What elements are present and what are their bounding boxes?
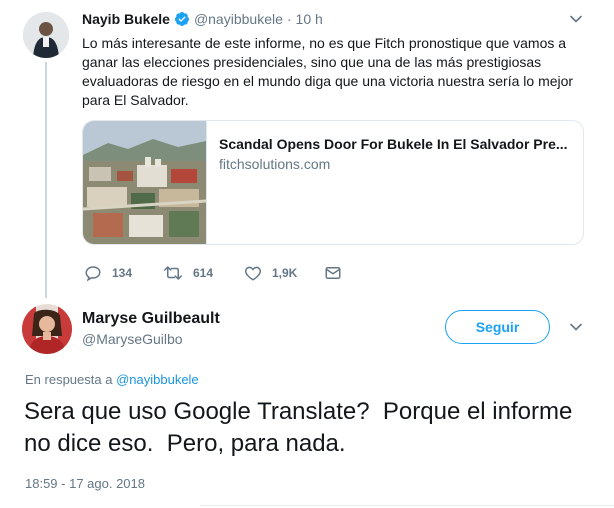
main-tweet-text: Sera que uso Google Translate? Porque el… [24,398,580,457]
retweet-icon [164,266,182,280]
reply-context: En respuesta a @nayibbukele [25,372,199,387]
message-action[interactable] [324,264,352,282]
chevron-down-icon[interactable] [569,12,583,31]
reply-count: 134 [112,266,133,280]
author-name[interactable]: Nayib Bukele [82,11,170,27]
card-domain[interactable]: fitchsolutions.com [219,156,330,172]
tweet-time[interactable]: 10 h [296,11,323,27]
envelope-icon [325,267,341,279]
reply-action[interactable]: 134 [84,264,132,282]
reply-to-handle-link[interactable]: @nayibbukele [116,372,199,387]
avatar-nayib-bukele[interactable] [23,12,69,58]
reply-icon [85,266,101,282]
retweet-action[interactable]: 614 [163,264,213,282]
separator-dot: · [286,11,292,27]
retweet-count: 614 [193,266,214,280]
link-card[interactable]: Scandal Opens Door For Bukele In El Salv… [82,120,584,245]
verified-badge-icon [174,11,190,27]
parent-tweet-header: Nayib Bukele @nayibbukele · 10 h [82,10,323,28]
like-count: 1,9K [272,266,298,280]
chevron-down-icon[interactable] [569,320,583,339]
avatar-maryse-guilbeault[interactable] [22,304,72,354]
main-author-name[interactable]: Maryse Guilbeault [82,310,220,328]
parent-tweet-text: Lo más interesante de este informe, no e… [82,35,574,108]
like-action[interactable]: 1,9K [244,264,297,282]
author-handle[interactable]: @nayibbukele [194,11,283,27]
reply-context-prefix: En respuesta a [25,372,113,387]
main-tweet-timestamp[interactable]: 18:59 - 17 ago. 2018 [25,476,145,491]
divider [200,505,614,506]
card-thumbnail-image [83,121,207,244]
card-title[interactable]: Scandal Opens Door For Bukele In El Salv… [219,136,574,152]
follow-button[interactable]: Seguir [445,310,550,344]
heart-icon [245,266,261,281]
main-author-handle[interactable]: @MaryseGuilbo [82,331,183,347]
thread-connector-line [45,62,47,298]
